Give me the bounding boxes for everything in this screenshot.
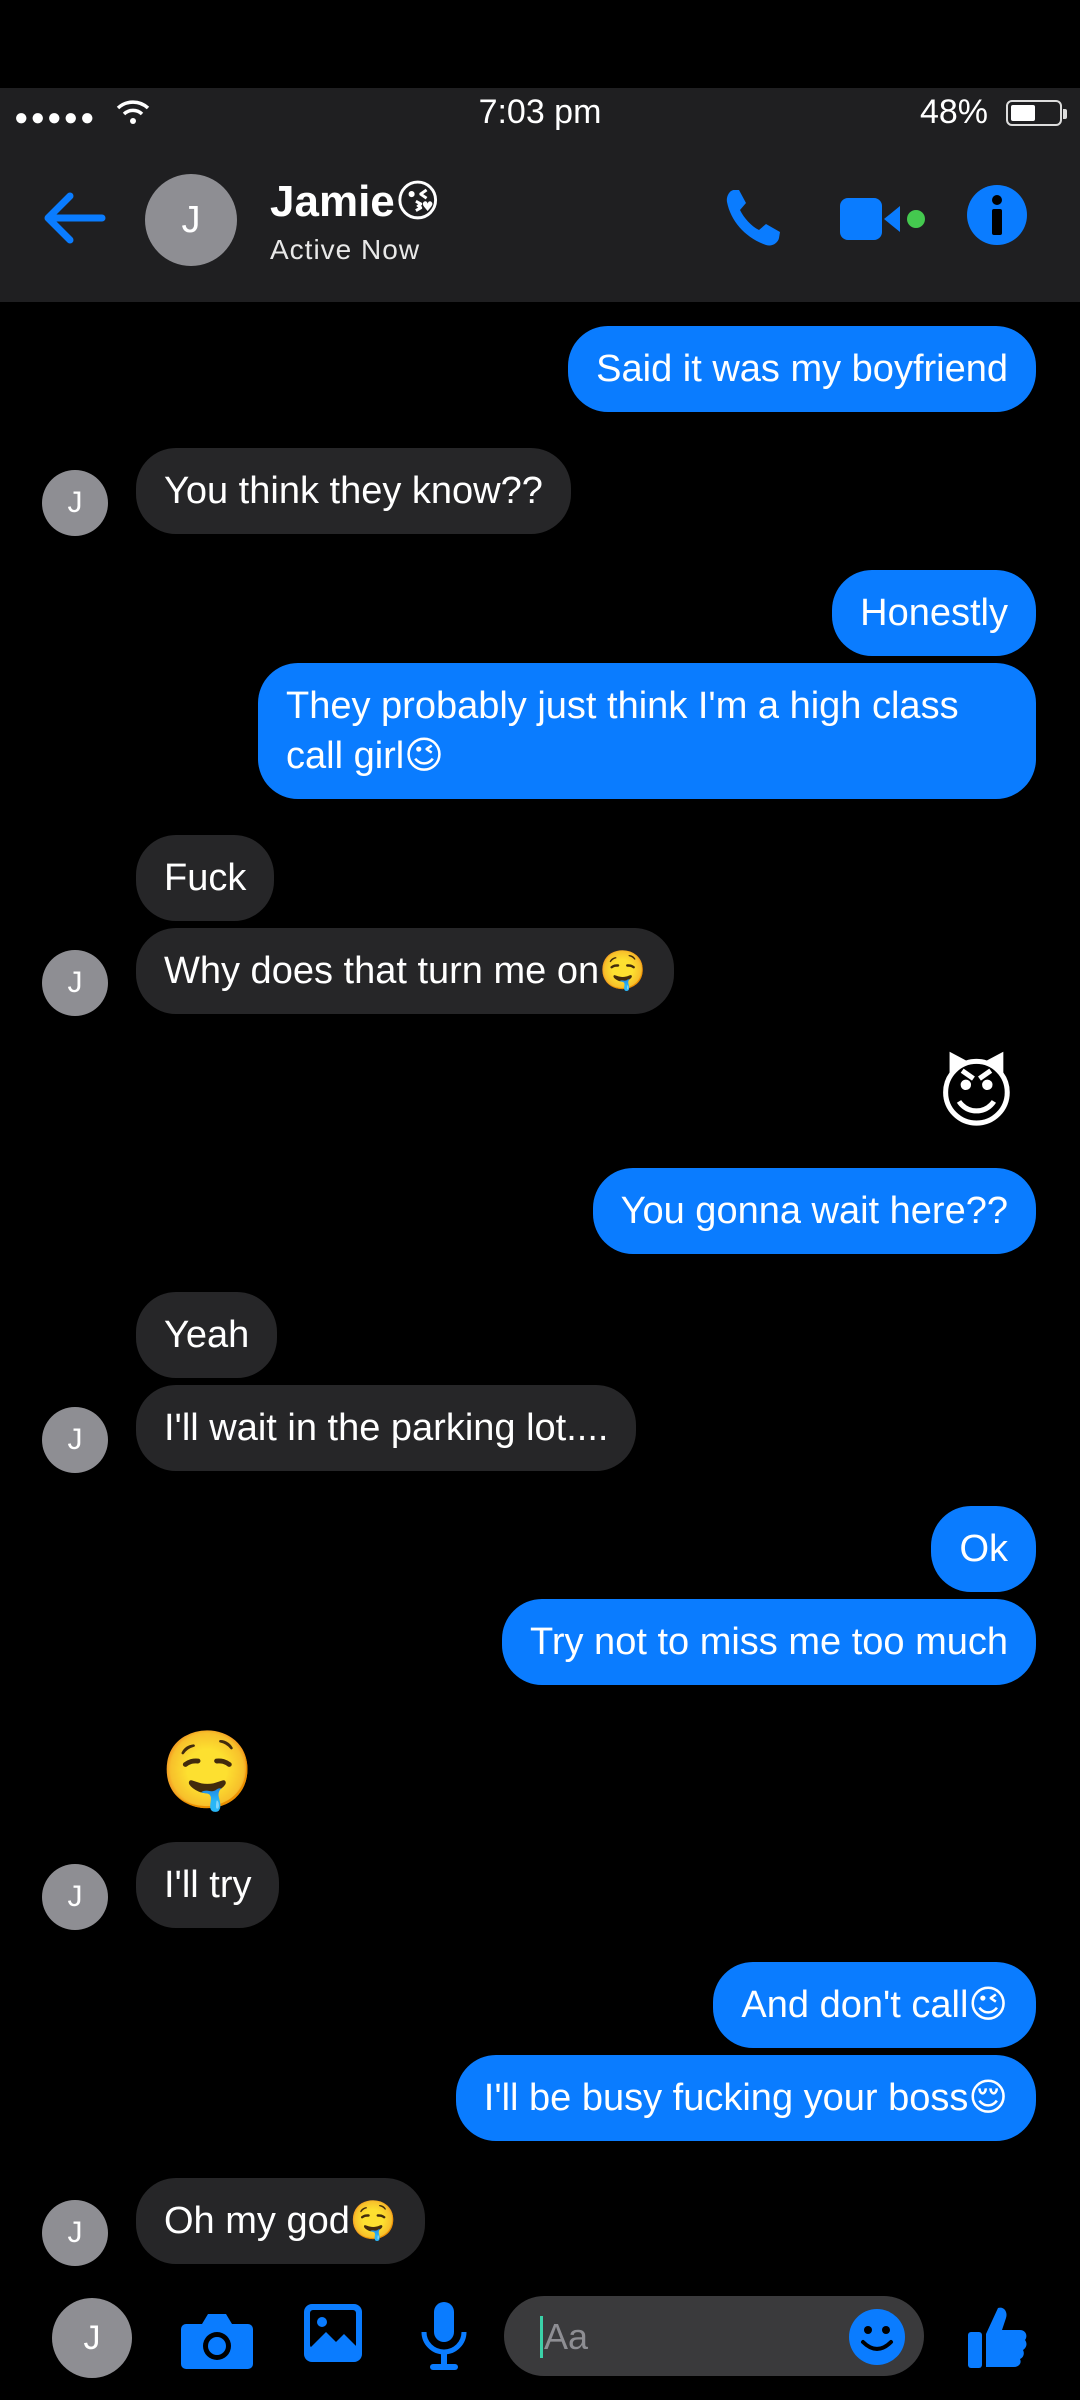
top-black-bar bbox=[0, 0, 1080, 88]
emoji-picker-icon[interactable] bbox=[848, 2308, 906, 2366]
message-list[interactable]: Said it was my boyfriend You think they … bbox=[0, 302, 1080, 2282]
camera-icon[interactable] bbox=[180, 2310, 254, 2370]
contact-name[interactable]: Jamie😘 bbox=[270, 176, 441, 227]
active-status: Active Now bbox=[270, 234, 421, 265]
back-arrow-icon[interactable] bbox=[40, 188, 110, 248]
emoji-message-received[interactable]: 🤤 bbox=[160, 1726, 255, 1816]
sender-avatar[interactable]: J bbox=[42, 2200, 108, 2266]
message-bubble-sent[interactable]: Try not to miss me too much bbox=[502, 1599, 1036, 1685]
message-bubble-sent[interactable]: They probably just think I'm a high clas… bbox=[258, 663, 1036, 799]
microphone-icon[interactable] bbox=[420, 2300, 468, 2374]
message-bubble-sent[interactable]: I'll be busy fucking your boss😌 bbox=[455, 2055, 1036, 2141]
sender-avatar[interactable]: J bbox=[42, 1407, 108, 1473]
message-bubble-received[interactable]: I'll try bbox=[136, 1842, 280, 1928]
gallery-icon[interactable] bbox=[302, 2302, 364, 2364]
message-bubble-received[interactable]: I'll wait in the parking lot.... bbox=[136, 1385, 637, 1471]
status-bar: ●●●●● 7:03 pm 48% bbox=[0, 88, 1080, 138]
text-cursor bbox=[540, 2316, 543, 2358]
message-bubble-received[interactable]: Oh my god🤤 bbox=[136, 2178, 426, 2264]
message-bubble-received[interactable]: Why does that turn me on🤤 bbox=[136, 928, 675, 1014]
message-input-placeholder: Aa bbox=[544, 2316, 589, 2357]
message-bubble-received[interactable]: Fuck bbox=[136, 835, 275, 921]
contact-avatar[interactable]: J bbox=[145, 174, 237, 266]
emoji-message-sent[interactable]: 😈 bbox=[937, 1050, 1016, 1140]
message-bubble-sent[interactable]: Ok bbox=[931, 1506, 1036, 1592]
message-bubble-sent[interactable]: Said it was my boyfriend bbox=[568, 326, 1036, 412]
message-input[interactable]: Aa bbox=[504, 2296, 924, 2376]
message-bubble-sent[interactable]: Honestly bbox=[832, 570, 1036, 656]
sender-avatar[interactable]: J bbox=[42, 950, 108, 1016]
battery-percent: 48% bbox=[919, 93, 988, 131]
info-icon[interactable] bbox=[966, 184, 1028, 246]
sender-avatar[interactable]: J bbox=[42, 1864, 108, 1930]
video-call-icon[interactable] bbox=[838, 196, 934, 242]
clock: 7:03 pm bbox=[478, 93, 602, 131]
composer-bar: J Aa bbox=[0, 2282, 1080, 2400]
profile-avatar[interactable]: J bbox=[52, 2298, 132, 2378]
message-bubble-received[interactable]: Yeah bbox=[136, 1292, 278, 1378]
message-bubble-sent[interactable]: You gonna wait here?? bbox=[592, 1168, 1036, 1254]
online-dot bbox=[907, 210, 925, 228]
message-bubble-received[interactable]: You think they know?? bbox=[136, 448, 571, 534]
sender-avatar[interactable]: J bbox=[42, 470, 108, 536]
phone-icon[interactable] bbox=[722, 186, 782, 250]
thumbs-up-icon[interactable] bbox=[966, 2304, 1028, 2370]
message-bubble-sent[interactable]: And don't call😉 bbox=[713, 1962, 1036, 2048]
battery-icon bbox=[1006, 100, 1067, 126]
